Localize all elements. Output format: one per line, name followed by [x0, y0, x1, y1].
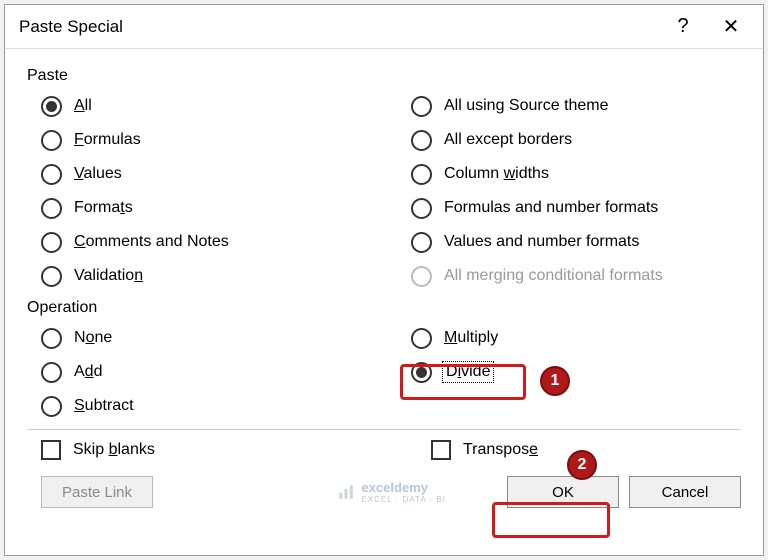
radio-icon — [411, 198, 432, 219]
paste-options: All Formulas Values Formats Comments and… — [27, 89, 741, 293]
radio-subtract[interactable]: Subtract — [27, 389, 397, 423]
radio-column-widths[interactable]: Column widths — [397, 157, 741, 191]
watermark-text: exceldemy EXCEL · DATA · BI — [361, 480, 445, 504]
radio-label: All except borders — [444, 131, 572, 149]
radio-all[interactable]: All — [27, 89, 397, 123]
titlebar: Paste Special ? ✕ — [5, 5, 763, 49]
operation-options: None Add Subtract Multiply Div — [27, 321, 741, 423]
checkbox-icon — [431, 440, 451, 460]
radio-icon — [411, 130, 432, 151]
radio-icon — [41, 328, 62, 349]
annotation-callout-2: 2 — [567, 450, 597, 480]
radio-icon — [41, 362, 62, 383]
radio-icon — [41, 130, 62, 151]
radio-all-source-theme[interactable]: All using Source theme — [397, 89, 741, 123]
radio-icon — [411, 362, 432, 383]
radio-all-except-borders[interactable]: All except borders — [397, 123, 741, 157]
checkbox-icon — [41, 440, 61, 460]
radio-values[interactable]: Values — [27, 157, 397, 191]
radio-label: Add — [74, 363, 102, 381]
annotation-callout-1: 1 — [540, 366, 570, 396]
separator — [27, 429, 741, 430]
radio-label: Divide — [444, 363, 492, 381]
radio-validation[interactable]: Validation — [27, 259, 397, 293]
radio-label: None — [74, 329, 112, 347]
radio-label: Formulas and number formats — [444, 199, 658, 217]
radio-icon — [411, 266, 432, 287]
operation-section-label: Operation — [27, 299, 741, 317]
radio-icon — [411, 328, 432, 349]
radio-values-number-formats[interactable]: Values and number formats — [397, 225, 741, 259]
paste-options-right: All using Source theme All except border… — [397, 89, 741, 293]
radio-label: All — [74, 97, 92, 115]
radio-icon — [411, 164, 432, 185]
radio-label: Column widths — [444, 165, 549, 183]
radio-label: Values — [74, 165, 122, 183]
button-row: Paste Link exceldemy EXCEL · DATA · BI O… — [27, 468, 741, 518]
dialog-title: Paste Special — [19, 17, 659, 37]
radio-icon — [411, 232, 432, 253]
check-skip-blanks[interactable]: Skip blanks — [27, 432, 397, 468]
radio-comments-notes[interactable]: Comments and Notes — [27, 225, 397, 259]
radio-add[interactable]: Add — [27, 355, 397, 389]
paste-link-button: Paste Link — [41, 476, 153, 508]
radio-none[interactable]: None — [27, 321, 397, 355]
radio-icon — [41, 96, 62, 117]
close-button[interactable]: ✕ — [707, 5, 755, 49]
radio-label: Formulas — [74, 131, 141, 149]
radio-formulas[interactable]: Formulas — [27, 123, 397, 157]
cancel-button[interactable]: Cancel — [629, 476, 741, 508]
radio-label: Validation — [74, 267, 143, 285]
operation-options-left: None Add Subtract — [27, 321, 397, 423]
radio-all-merging-conditional: All merging conditional formats — [397, 259, 741, 293]
watermark: exceldemy EXCEL · DATA · BI — [337, 480, 445, 504]
radio-label: All merging conditional formats — [444, 267, 663, 285]
radio-icon — [41, 198, 62, 219]
radio-label: Values and number formats — [444, 233, 639, 251]
paste-special-dialog: Paste Special ? ✕ Paste All Formulas Val… — [4, 4, 764, 556]
radio-multiply[interactable]: Multiply — [397, 321, 741, 355]
radio-label: Subtract — [74, 397, 134, 415]
radio-formulas-number-formats[interactable]: Formulas and number formats — [397, 191, 741, 225]
radio-icon — [41, 232, 62, 253]
radio-icon — [411, 96, 432, 117]
radio-formats[interactable]: Formats — [27, 191, 397, 225]
check-label: Skip blanks — [73, 441, 155, 459]
radio-icon — [41, 164, 62, 185]
radio-icon — [41, 266, 62, 287]
radio-icon — [41, 396, 62, 417]
radio-label: All using Source theme — [444, 97, 609, 115]
radio-label: Formats — [74, 199, 133, 217]
chart-icon — [337, 483, 355, 501]
radio-label: Comments and Notes — [74, 233, 229, 251]
check-label: Transpose — [463, 441, 538, 459]
ok-button[interactable]: OK — [507, 476, 619, 508]
check-options: Skip blanks Transpose — [27, 432, 741, 468]
operation-options-right: Multiply Divide — [397, 321, 741, 423]
paste-options-left: All Formulas Values Formats Comments and… — [27, 89, 397, 293]
radio-label: Multiply — [444, 329, 498, 347]
dialog-body: Paste All Formulas Values Formats — [5, 49, 763, 555]
paste-section-label: Paste — [27, 67, 741, 85]
help-button[interactable]: ? — [659, 5, 707, 49]
